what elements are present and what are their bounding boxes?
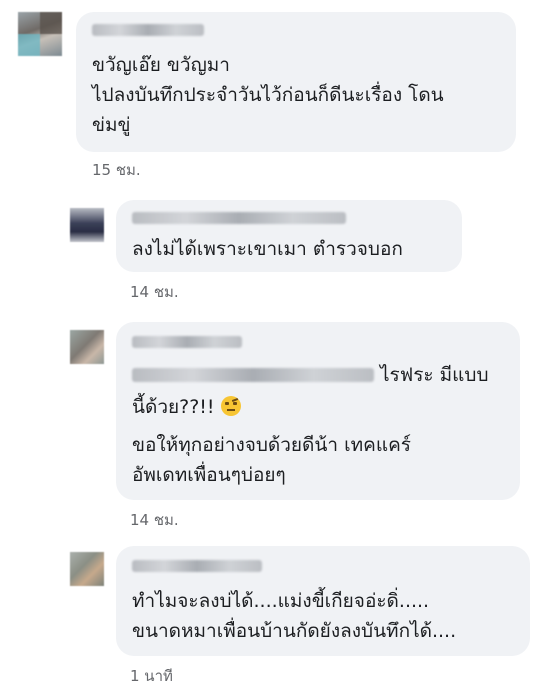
comment-text: ขอให้ทุกอย่างจบด้วยดีน้า เทคแคร์ — [132, 434, 411, 456]
face-with-raised-eyebrow-icon — [220, 396, 241, 416]
comment-text: อัพเดทเพื่อนๆบ่อยๆ — [132, 464, 286, 486]
comment-bubble: ลงไม่ได้เพราะเขาเมา ตำรวจบอก — [116, 200, 462, 272]
commenter-name[interactable] — [132, 336, 242, 348]
comment-text: ขนาดหมาเพื่อนบ้านกัดยังลงบันทึกได้.... — [132, 620, 457, 642]
comment-bubble: ทำไมจะลงบ่ได้....แม่งขี้เกียจอ่ะดิ่.....… — [116, 546, 530, 656]
comment-text: ไรฟระ มีแบบ — [380, 364, 489, 386]
comment-bubble: ไรฟระ มีแบบ นี้ด้วย??!! ขอให้ทุกอย่างจบด… — [116, 322, 520, 500]
comment-text: ลงไม่ได้เพราะเขาเมา ตำรวจบอก — [132, 238, 403, 260]
comment-text: ข่มขู่ — [92, 114, 131, 136]
avatar[interactable] — [70, 208, 104, 242]
commenter-name[interactable] — [132, 212, 346, 224]
mentioned-name[interactable] — [132, 368, 374, 382]
comment-timestamp[interactable]: 1 นาที — [130, 664, 173, 688]
comment-text: ขวัญเอ๊ย ขวัญมา — [92, 54, 230, 76]
comment-text: ไปลงบันทึกประจำวันไว้ก่อนก็ดีนะเรื่อง โด… — [92, 84, 444, 106]
comment-timestamp[interactable]: 14 ชม. — [130, 508, 179, 532]
avatar[interactable] — [70, 330, 104, 364]
comment-text: ทำไมจะลงบ่ได้....แม่งขี้เกียจอ่ะดิ่..... — [132, 590, 430, 612]
comment-timestamp[interactable]: 14 ชม. — [130, 280, 179, 304]
commenter-name[interactable] — [132, 560, 262, 572]
comment-timestamp[interactable]: 15 ชม. — [92, 158, 141, 182]
avatar[interactable] — [18, 12, 62, 56]
avatar[interactable] — [70, 552, 104, 586]
comment-text: นี้ด้วย??!! — [132, 392, 241, 422]
commenter-name[interactable] — [92, 24, 204, 36]
comment-text-fragment: นี้ด้วย??!! — [132, 396, 215, 418]
comment-bubble: ขวัญเอ๊ย ขวัญมา ไปลงบันทึกประจำวันไว้ก่อ… — [76, 12, 516, 152]
